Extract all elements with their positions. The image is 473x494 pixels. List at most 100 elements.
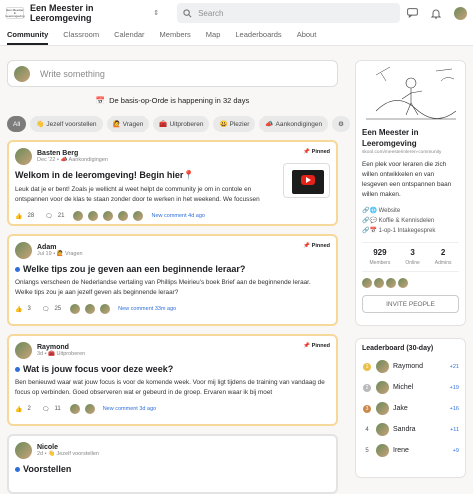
feed: Write something 📅 De basis-op-Orde is ha… — [7, 60, 350, 494]
comment-icon[interactable]: 🗨 — [42, 306, 50, 313]
filter-label: Vragen — [122, 120, 144, 128]
like-icon[interactable]: 👍 — [15, 406, 22, 413]
post-card[interactable]: Adam Jul 19 • 🙋 Vragen 📌 Pinned Welke ti… — [7, 234, 338, 326]
switcher-chevron-icon[interactable]: ⇕ — [153, 9, 159, 17]
like-icon[interactable]: 👍 — [15, 213, 22, 220]
leaderboard-title[interactable]: Leaderboard (30-day) — [362, 345, 459, 352]
post-card[interactable]: Raymond 3d • 🧰 Uitproberen 📌 Pinned Wat … — [7, 334, 338, 426]
new-comment-link[interactable]: New comment 33m ago — [118, 306, 176, 312]
stat-members[interactable]: 929 Members — [370, 248, 391, 266]
filter-aankondigingen[interactable]: 📣 Aankondigingen — [259, 116, 329, 132]
toolbox-icon: 🧰 — [159, 121, 168, 128]
tab-about[interactable]: About — [297, 30, 317, 45]
filter-uitproberen[interactable]: 🧰 Uitproberen — [153, 116, 210, 132]
commenter-avatar — [103, 211, 114, 221]
tab-classroom[interactable]: Classroom — [63, 30, 99, 45]
filter-plezier[interactable]: 😃 Plezier — [213, 116, 256, 132]
post-meta: 2d • 👋 Jezelf voorstellen — [37, 451, 99, 457]
video-thumbnail[interactable] — [283, 163, 330, 198]
community-card: Een Meester in Leeromgeving skool.com/me… — [355, 60, 466, 326]
link-label: 1-op-1 Intakegesprek — [378, 228, 436, 234]
link-label: Koffie & Kennisdelen — [378, 218, 435, 224]
category-filters: All 👋 Jezelf voorstellen 🙋 Vragen 🧰 Uitprob… — [7, 116, 350, 132]
leaderboard-row[interactable]: 1 Raymond +21 — [362, 356, 459, 377]
composer-placeholder: Write something — [40, 68, 105, 79]
member-avatar[interactable] — [398, 278, 408, 288]
link-icon: 🔗💬 — [362, 218, 377, 224]
filter-settings-button[interactable]: ⚙ — [332, 116, 350, 132]
pinned-label: Pinned — [311, 243, 330, 249]
stat-admins[interactable]: 2 Admins — [435, 248, 452, 266]
post-body: Leuk dat je er bent! Zoals je wellicht a… — [15, 186, 260, 203]
leader-points: +11 — [450, 426, 459, 433]
leader-points: +16 — [449, 405, 459, 412]
app-name[interactable]: Een Meester in Leeromgeving — [30, 3, 147, 23]
leaderboard-row[interactable]: 4 Sandra +11 — [362, 419, 459, 440]
leader-points: +19 — [449, 384, 459, 391]
commenter-avatar — [118, 211, 129, 221]
author-avatar[interactable] — [15, 242, 32, 259]
author-avatar[interactable] — [15, 442, 32, 459]
member-avatar[interactable] — [386, 278, 396, 288]
composer-avatar — [14, 65, 30, 82]
pinned-label: Pinned — [311, 149, 330, 155]
comment-icon[interactable]: 🗨 — [42, 406, 50, 413]
community-url[interactable]: skool.com/meesterinleren-community — [362, 150, 459, 155]
tab-calendar[interactable]: Calendar — [114, 30, 144, 45]
invite-people-button[interactable]: INVITE PEOPLE — [362, 295, 459, 313]
tab-members[interactable]: Members — [160, 30, 191, 45]
search-input[interactable]: Search — [177, 3, 400, 23]
unread-dot — [15, 467, 20, 472]
link-koffie[interactable]: 🔗💬 Koffie & Kennisdelen — [362, 216, 459, 226]
author-name[interactable]: Raymond — [37, 344, 85, 351]
author-name[interactable]: Basten Berg — [37, 150, 108, 157]
leaderboard-row[interactable]: 3 Jake +16 — [362, 398, 459, 419]
comment-count: 21 — [57, 213, 65, 219]
stat-online[interactable]: 3 Online — [405, 248, 419, 266]
user-avatar[interactable] — [454, 6, 467, 20]
comment-icon[interactable]: 🗨 — [45, 213, 53, 220]
leaderboard-row[interactable]: 2 Michel +19 — [362, 377, 459, 398]
top-bar: Een Meester in Leeromgeving Een Meester … — [0, 0, 473, 26]
author-avatar[interactable] — [15, 342, 32, 359]
community-logo[interactable]: Een Meester in Leeromgeving — [6, 7, 25, 19]
author-avatar[interactable] — [15, 148, 32, 165]
filter-jezelf-voorstellen[interactable]: 👋 Jezelf voorstellen — [30, 116, 103, 132]
event-banner[interactable]: 📅 De basis-op-Orde is happening in 32 da… — [7, 96, 338, 105]
gold-medal-icon: 1 — [362, 362, 372, 371]
filter-vragen[interactable]: 🙋 Vragen — [106, 116, 150, 132]
author-name[interactable]: Adam — [37, 244, 83, 251]
post-title[interactable]: Welke tips zou je geven aan een beginnen… — [15, 264, 330, 274]
sidebar: Een Meester in Leeromgeving skool.com/me… — [355, 60, 466, 478]
post-meta: 3d • 🧰 Uitproberen — [37, 351, 86, 357]
filter-label: All — [13, 120, 21, 128]
member-avatar[interactable] — [374, 278, 384, 288]
post-card[interactable]: Basten Berg Dec '22 • 📣 Aankondigingen 📌… — [7, 140, 338, 226]
tab-leaderboards[interactable]: Leaderboards — [235, 30, 281, 45]
silver-medal-icon: 2 — [362, 383, 372, 392]
like-icon[interactable]: 👍 — [15, 306, 22, 313]
member-avatar[interactable] — [362, 278, 372, 288]
community-name[interactable]: Een Meester in Leeromgeving — [362, 127, 459, 149]
post-card[interactable]: Nicole 2d • 👋 Jezelf voorstellen Voorste… — [7, 434, 338, 494]
new-comment-link[interactable]: New comment 4d ago — [151, 213, 205, 219]
post-title[interactable]: Voorstellen — [15, 464, 330, 474]
stat-value: 3 — [410, 248, 415, 257]
post-title[interactable]: Wat is jouw focus voor deze week? — [15, 364, 330, 374]
chat-icon[interactable] — [406, 7, 418, 19]
link-intake[interactable]: 🔗📅 1-op-1 Intakegesprek — [362, 226, 459, 236]
sliders-icon: ⚙ — [338, 121, 344, 128]
author-name[interactable]: Nicole — [37, 444, 99, 451]
like-count: 28 — [27, 213, 35, 219]
tab-community[interactable]: Community — [7, 30, 49, 45]
post-meta: Jul 19 • 🙋 Vragen — [37, 251, 83, 257]
search-placeholder: Search — [198, 8, 224, 18]
pinned-badge: 📌 Pinned — [303, 343, 330, 349]
bell-icon[interactable] — [430, 7, 442, 19]
filter-all[interactable]: All — [7, 116, 27, 132]
leaderboard-row[interactable]: 5 Irene +9 — [362, 440, 459, 461]
new-comment-link[interactable]: New comment 3d ago — [103, 406, 157, 412]
composer[interactable]: Write something — [7, 60, 338, 87]
link-website[interactable]: 🔗🌐 Website — [362, 206, 459, 216]
tab-map[interactable]: Map — [206, 30, 221, 45]
